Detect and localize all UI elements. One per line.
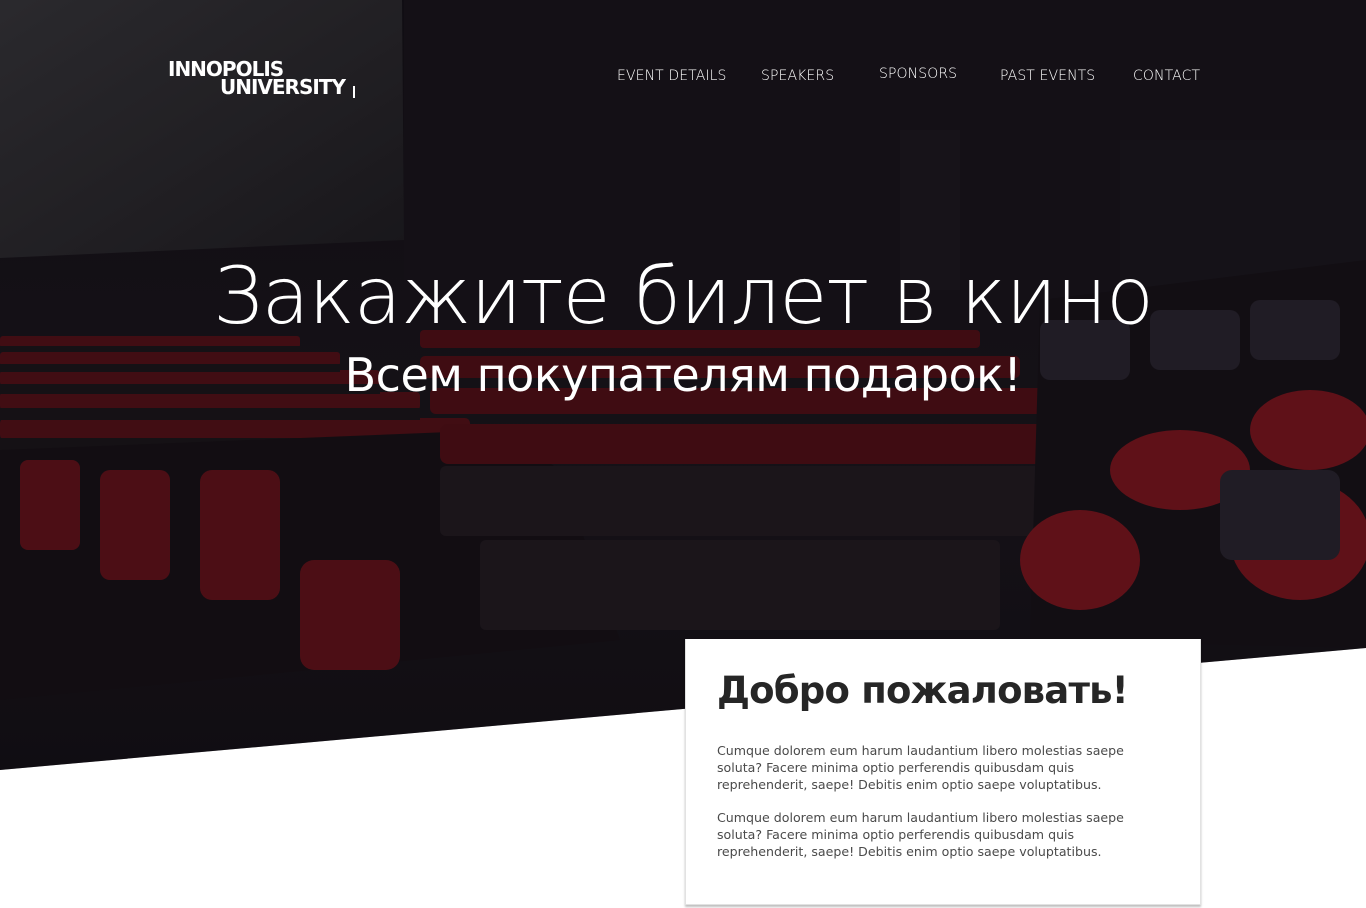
welcome-card: Добро пожаловать! Cumque dolorem eum har… [685, 639, 1201, 905]
brand-logo[interactable]: INNOPOLIS UNIVERSITY [168, 56, 360, 102]
brand-line2: UNIVERSITY [220, 75, 346, 99]
main-nav: EVENT DETAILS SPEAKERS SPONSORS PAST EVE… [604, 62, 1214, 92]
welcome-paragraph-2: Cumque dolorem eum harum laudantium libe… [717, 809, 1124, 859]
innopolis-logo-icon: INNOPOLIS UNIVERSITY [168, 57, 355, 99]
hero-subtitle: Всем покупателям подарок! [344, 348, 1022, 402]
nav-contact[interactable]: CONTACT [1133, 68, 1200, 84]
nav-sponsors[interactable]: SPONSORS [879, 66, 957, 82]
hero-title: Закажите билет в кино [213, 252, 1154, 342]
welcome-title: Добро пожаловать! [717, 669, 1129, 712]
nav-speakers[interactable]: SPEAKERS [761, 68, 834, 84]
nav-past-events[interactable]: PAST EVENTS [1000, 68, 1095, 84]
welcome-paragraph-1: Cumque dolorem eum harum laudantium libe… [717, 742, 1124, 792]
nav-event-details[interactable]: EVENT DETAILS [617, 68, 727, 84]
